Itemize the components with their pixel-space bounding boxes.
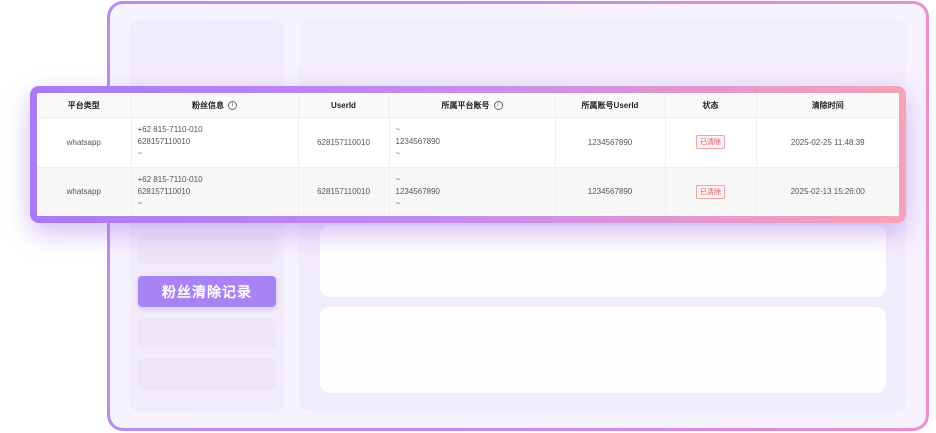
platform-cell: whatsapp (37, 117, 132, 168)
table-header-row: 平台类型 粉丝信息 i UserId 所属平台账号 i 所属账号UserId 状态 … (37, 93, 899, 118)
column-header-fan-info[interactable]: 粉丝信息 i (131, 93, 299, 118)
sidebar-item-placeholder[interactable] (138, 233, 276, 265)
table-row[interactable]: whatsapp +62 815-7110-010 628157110010 ~… (37, 167, 899, 216)
content-card (320, 225, 886, 297)
sidebar-item-placeholder[interactable] (138, 358, 276, 390)
userid-cell: 628157110010 (298, 167, 390, 216)
content-card (320, 307, 886, 393)
column-header-platform-type[interactable]: 平台类型 (37, 93, 132, 118)
cleared-time-cell: 2025-02-13 15:26:00 (756, 167, 899, 216)
status-cell: 已清除 (665, 117, 757, 168)
account-userid-cell: 1234567890 (555, 117, 666, 168)
fan-clear-records-table-card: 平台类型 粉丝信息 i UserId 所属平台账号 i 所属账号UserId 状态 … (30, 86, 906, 223)
info-circle-icon[interactable]: i (228, 100, 237, 110)
status-badge: 已清除 (696, 184, 725, 199)
records-table: 平台类型 粉丝信息 i UserId 所属平台账号 i 所属账号UserId 状态 … (37, 93, 899, 216)
status-cell: 已清除 (665, 167, 757, 216)
fan-info-cell: +62 815-7110-010 628157110010 ~ (131, 117, 299, 168)
column-header-cleared-time[interactable]: 清除时间 (756, 93, 899, 118)
sidebar-item-placeholder[interactable] (138, 317, 276, 349)
header-card (299, 18, 906, 73)
platform-cell: whatsapp (37, 167, 132, 216)
platform-account-cell: ~ 1234567890 ~ (389, 167, 556, 216)
fan-info-cell: +62 815-7110-010 628157110010 ~ (131, 167, 299, 216)
status-badge: 已清除 (696, 135, 725, 150)
table-row[interactable]: whatsapp +62 815-7110-010 628157110010 ~… (37, 117, 899, 168)
column-header-platform-account[interactable]: 所属平台账号 i (389, 93, 556, 118)
column-header-status[interactable]: 状态 (665, 93, 757, 118)
userid-cell: 628157110010 (298, 117, 390, 168)
column-header-account-userid[interactable]: 所属账号UserId (555, 93, 666, 118)
account-userid-cell: 1234567890 (555, 167, 666, 216)
fan-clear-records-button[interactable]: 粉丝清除记录 (138, 276, 276, 307)
info-circle-icon[interactable]: i (493, 100, 503, 110)
platform-account-cell: ~ 1234567890 ~ (389, 117, 556, 168)
cleared-time-cell: 2025-02-25 11:48:39 (756, 117, 899, 168)
column-header-userid[interactable]: UserId (298, 93, 390, 118)
